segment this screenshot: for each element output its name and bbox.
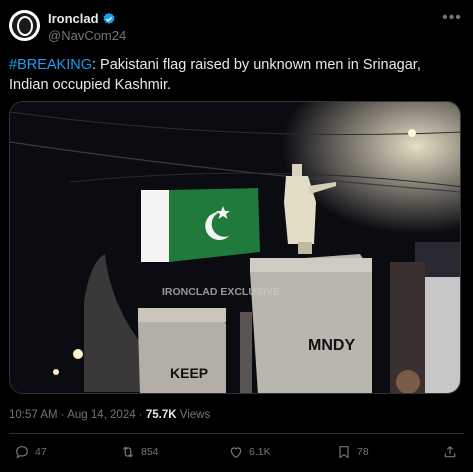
tweet-image[interactable]: KEEP MNDY IRONCLAD EXCLUSIVE	[9, 101, 461, 394]
divider	[9, 433, 464, 434]
share-button[interactable]	[442, 444, 458, 460]
hashtag-link[interactable]: #BREAKING	[9, 57, 92, 73]
author-handle[interactable]: @NavCom24	[48, 28, 126, 43]
like-count: 6.1K	[249, 446, 271, 458]
bookmark-button[interactable]: 78	[336, 444, 369, 460]
views-label: Views	[176, 409, 211, 421]
bookmark-count: 78	[357, 446, 369, 458]
tweet-meta: 10:57 AM · Aug 14, 2024 · 75.7K Views	[9, 409, 210, 421]
tweet: Ironclad @NavCom24 ••• #BREAKING: Pakist…	[0, 0, 473, 472]
avatar[interactable]	[9, 10, 40, 41]
photo-scene: KEEP MNDY IRONCLAD EXCLUSIVE	[10, 102, 460, 393]
meta-separator: ·	[57, 409, 68, 421]
verified-badge-icon	[103, 12, 115, 24]
flag	[141, 188, 260, 262]
repost-button[interactable]: 854	[120, 444, 159, 460]
meta-separator: ·	[135, 409, 146, 421]
tweet-text: #BREAKING: Pakistani flag raised by unkn…	[9, 55, 461, 95]
watermark: IRONCLAD EXCLUSIVE	[162, 286, 280, 298]
repost-icon	[122, 446, 134, 458]
author-row: Ironclad	[48, 11, 116, 26]
globe-logo-icon	[12, 13, 37, 38]
wall-graffiti-1: KEEP	[170, 365, 208, 381]
bookmark-icon	[339, 446, 349, 459]
like-icon	[230, 447, 242, 459]
tweet-date[interactable]: Aug 14, 2024	[67, 409, 135, 421]
share-icon	[444, 445, 456, 458]
reply-count: 47	[35, 446, 47, 458]
wall-graffiti-2: MNDY	[308, 337, 355, 354]
author-name[interactable]: Ironclad	[48, 11, 99, 26]
views-count: 75.7K	[145, 409, 177, 421]
repost-count: 854	[141, 446, 159, 458]
reply-icon	[16, 446, 28, 459]
more-icon[interactable]: •••	[440, 8, 464, 28]
reply-button[interactable]: 47	[14, 444, 47, 460]
like-button[interactable]: 6.1K	[228, 444, 271, 460]
tweet-time[interactable]: 10:57 AM	[9, 409, 58, 421]
action-bar: 47 854 6.1K 78	[0, 444, 473, 468]
